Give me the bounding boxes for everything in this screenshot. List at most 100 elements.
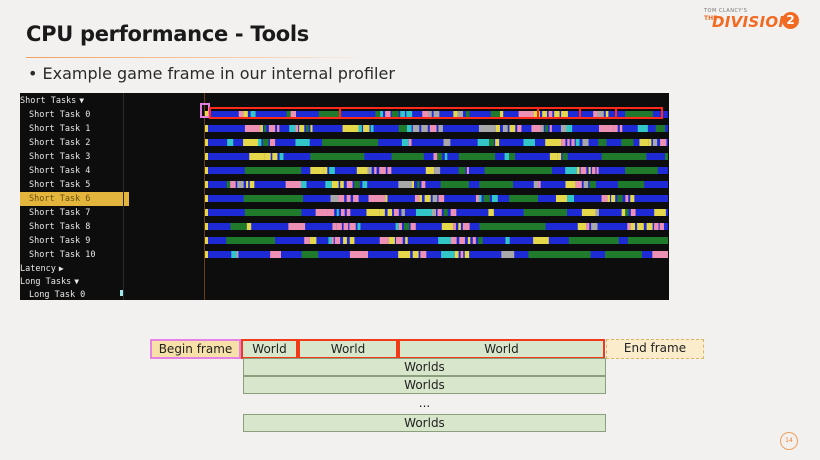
task-block (416, 181, 420, 188)
task-block (379, 237, 389, 244)
task-block (380, 111, 384, 118)
profiler-timeline[interactable]: Short Tasks ▼ Short Task 0 Short Task 1 Sho… (20, 93, 669, 300)
frame-start-marker (205, 237, 208, 244)
task-block (561, 139, 566, 146)
task-block (484, 167, 553, 174)
task-block (581, 209, 596, 216)
task-block (652, 139, 658, 146)
frame-start-marker (205, 209, 208, 216)
task-block (244, 125, 261, 132)
task-block (625, 209, 629, 216)
task-block (533, 181, 539, 188)
task-block (625, 167, 658, 174)
task-block (343, 223, 349, 230)
task-block (625, 111, 653, 118)
task-block (299, 125, 305, 132)
task-block (310, 153, 365, 160)
logo-word: DIVISION (712, 13, 792, 31)
task-block (403, 223, 410, 230)
task-block (575, 139, 580, 146)
task-block (580, 167, 587, 174)
task-block (438, 195, 445, 202)
task-block (605, 111, 609, 118)
task-block (385, 111, 391, 118)
task-block (429, 125, 437, 132)
task-block (500, 111, 504, 118)
task-block (285, 181, 302, 188)
task-track-canvas[interactable] (20, 93, 669, 300)
task-block (374, 167, 377, 174)
task-block (295, 139, 310, 146)
task-block (356, 167, 368, 174)
task-block (395, 237, 403, 244)
task-block (431, 209, 437, 216)
frame-start-marker (205, 195, 208, 202)
task-block (288, 223, 306, 230)
task-block (334, 237, 341, 244)
task-block (398, 125, 407, 132)
task-block (243, 111, 248, 118)
task-block (523, 209, 568, 216)
task-block (557, 153, 562, 160)
task-block (509, 125, 516, 132)
task-block (630, 195, 635, 202)
task-block (601, 153, 647, 160)
task-block (342, 125, 359, 132)
task-block (230, 181, 236, 188)
task-block (665, 153, 668, 160)
task-block (433, 153, 438, 160)
task-block (440, 181, 469, 188)
task-block (475, 195, 479, 202)
task-block (264, 125, 267, 132)
worlds-row-2: Worlds (243, 376, 606, 394)
task-block (391, 153, 424, 160)
logo-number: 2 (782, 12, 799, 29)
task-block (566, 125, 573, 132)
task-block (548, 111, 553, 118)
task-block (336, 209, 339, 216)
task-block (425, 167, 435, 174)
task-block (598, 125, 614, 132)
task-block (353, 195, 359, 202)
task-block (598, 139, 604, 146)
task-block (637, 223, 644, 230)
task-block (411, 181, 415, 188)
task-block (264, 153, 271, 160)
task-block (591, 223, 598, 230)
task-block (310, 125, 313, 132)
task-block (567, 195, 574, 202)
task-block (488, 209, 494, 216)
task-block (269, 139, 276, 146)
task-block (331, 181, 339, 188)
task-block (362, 181, 368, 188)
task-block (458, 167, 463, 174)
task-block (443, 139, 451, 146)
world-box-3: World (398, 339, 605, 359)
task-block (639, 139, 649, 146)
task-block (554, 111, 560, 118)
task-block (491, 195, 498, 202)
task-block (457, 111, 464, 118)
task-block (501, 251, 515, 258)
task-block (406, 125, 412, 132)
task-block (654, 209, 666, 216)
task-block (244, 167, 302, 174)
task-block (346, 209, 351, 216)
task-block (582, 139, 589, 146)
task-block (301, 251, 319, 258)
task-block (490, 111, 501, 118)
task-block (565, 181, 576, 188)
task-block (387, 209, 393, 216)
task-block (385, 195, 388, 202)
task-block (479, 181, 514, 188)
task-block (652, 251, 668, 258)
task-block (357, 223, 361, 230)
task-block (444, 153, 448, 160)
task-block (437, 209, 442, 216)
task-block (549, 125, 552, 132)
task-block (346, 195, 351, 202)
worlds-row-3: Worlds (243, 414, 606, 432)
task-block (605, 251, 642, 258)
frame-start-marker (205, 153, 208, 160)
task-block (660, 139, 667, 146)
